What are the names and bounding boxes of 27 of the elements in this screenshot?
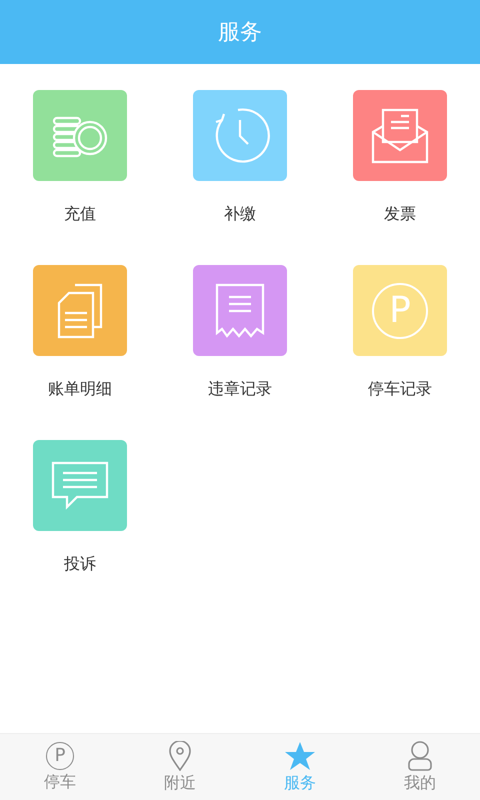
tab[interactable]: 我的 <box>360 734 480 800</box>
tab[interactable]: 服务 <box>240 734 360 800</box>
service-tile[interactable] <box>353 90 447 181</box>
receipt-icon <box>215 282 265 338</box>
star-icon <box>284 740 316 770</box>
documents-icon <box>57 282 103 338</box>
service-label: 充值 <box>64 203 96 225</box>
tab[interactable]: 附近 <box>120 734 240 800</box>
person-icon <box>408 740 432 770</box>
service-label: 发票 <box>384 203 416 225</box>
tab[interactable]: P 停车 <box>0 734 120 800</box>
parking-icon: P <box>46 742 74 770</box>
chat-icon <box>51 460 109 510</box>
envelope-icon <box>371 108 429 164</box>
service-label: 违章记录 <box>208 378 272 400</box>
service-label: 账单明细 <box>48 378 112 400</box>
parking-icon: P <box>372 282 428 338</box>
service-tile[interactable] <box>193 265 287 356</box>
service-label: 投诉 <box>64 553 96 575</box>
location-pin-icon <box>169 740 191 770</box>
service-tile[interactable] <box>33 440 127 531</box>
service-tile[interactable] <box>33 265 127 356</box>
service-tile[interactable] <box>33 90 127 181</box>
service-label: 补缴 <box>224 203 256 225</box>
page-title: 服务 <box>218 19 262 47</box>
service-label: 停车记录 <box>368 378 432 400</box>
service-tile[interactable] <box>193 90 287 181</box>
